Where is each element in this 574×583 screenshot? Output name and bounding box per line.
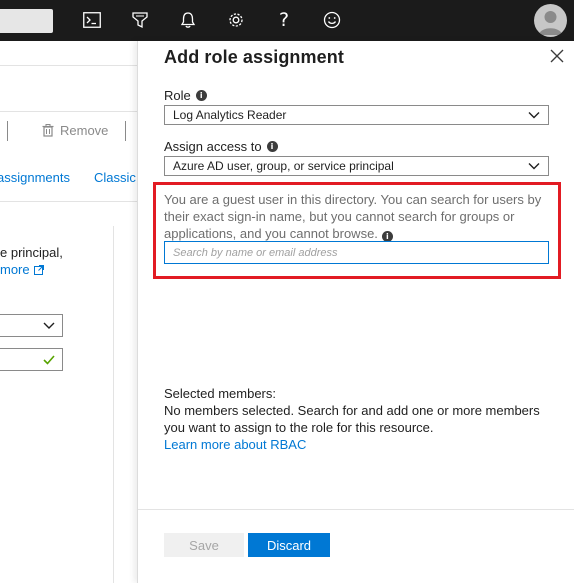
help-icon[interactable]: ? xyxy=(272,8,296,32)
assign-access-select[interactable]: Azure AD user, group, or service princip… xyxy=(164,156,549,176)
header-divider xyxy=(0,65,137,66)
filter-dropdown[interactable] xyxy=(0,314,63,337)
member-search-input[interactable] xyxy=(164,241,549,264)
toolbar-separator xyxy=(125,121,126,141)
directory-filter-icon[interactable] xyxy=(128,8,152,32)
validated-field[interactable] xyxy=(0,348,63,371)
description-text: e principal, xyxy=(0,245,63,260)
role-label-text: Role xyxy=(164,88,191,103)
selected-members-heading: Selected members: xyxy=(164,386,276,401)
role-select[interactable]: Log Analytics Reader xyxy=(164,105,549,125)
tabs-divider xyxy=(0,201,137,202)
section-divider xyxy=(0,111,137,112)
assign-access-label-text: Assign access to xyxy=(164,139,262,154)
avatar-icon xyxy=(539,11,562,35)
learn-more-rbac-link[interactable]: Learn more about RBAC xyxy=(164,436,554,453)
discard-button[interactable]: Discard xyxy=(248,533,330,557)
selected-members-section: Selected members: No members selected. S… xyxy=(164,385,554,453)
footer-divider xyxy=(138,509,574,510)
add-role-assignment-blade: Add role assignment Role i Log Analytics… xyxy=(137,41,574,583)
learn-more-link[interactable]: more xyxy=(0,262,44,277)
close-button[interactable] xyxy=(550,49,566,65)
azure-portal-page: ? Remove assignments Classic e principal… xyxy=(0,0,574,583)
toolbar-separator xyxy=(7,121,8,141)
cloud-shell-icon[interactable] xyxy=(80,8,104,32)
remove-button[interactable]: Remove xyxy=(42,123,108,138)
learn-more-text: more xyxy=(0,262,30,277)
background-page: Remove assignments Classic e principal, … xyxy=(0,41,140,583)
tab-role-assignments[interactable]: assignments xyxy=(0,170,70,185)
guest-user-note: You are a guest user in this directory. … xyxy=(164,191,554,242)
notifications-icon[interactable] xyxy=(176,8,200,32)
external-link-icon xyxy=(33,264,44,275)
chevron-down-icon xyxy=(528,112,540,119)
help-glyph: ? xyxy=(278,9,290,31)
remove-label: Remove xyxy=(60,123,109,138)
info-icon[interactable]: i xyxy=(195,90,207,101)
blade-title: Add role assignment xyxy=(164,47,344,67)
chevron-down-icon xyxy=(528,163,540,170)
trash-icon xyxy=(42,124,54,137)
selected-members-message: No members selected. Search for and add … xyxy=(164,403,540,435)
user-avatar[interactable] xyxy=(534,4,567,37)
role-select-value: Log Analytics Reader xyxy=(173,108,287,122)
tab-classic-administrators[interactable]: Classic xyxy=(94,170,136,185)
assign-access-label: Assign access to i xyxy=(164,139,278,154)
settings-icon[interactable] xyxy=(224,8,248,32)
chevron-down-icon xyxy=(43,322,55,329)
global-search-box[interactable] xyxy=(0,9,53,33)
top-bar: ? xyxy=(0,0,574,41)
assign-access-select-value: Azure AD user, group, or service princip… xyxy=(173,159,394,173)
close-icon xyxy=(550,49,564,63)
guest-note-text: You are a guest user in this directory. … xyxy=(164,192,542,241)
role-label: Role i xyxy=(164,88,207,103)
content-divider xyxy=(113,226,114,583)
checkmark-icon xyxy=(43,355,55,365)
save-button[interactable]: Save xyxy=(164,533,244,557)
feedback-icon[interactable] xyxy=(320,8,344,32)
info-icon[interactable]: i xyxy=(266,141,278,152)
